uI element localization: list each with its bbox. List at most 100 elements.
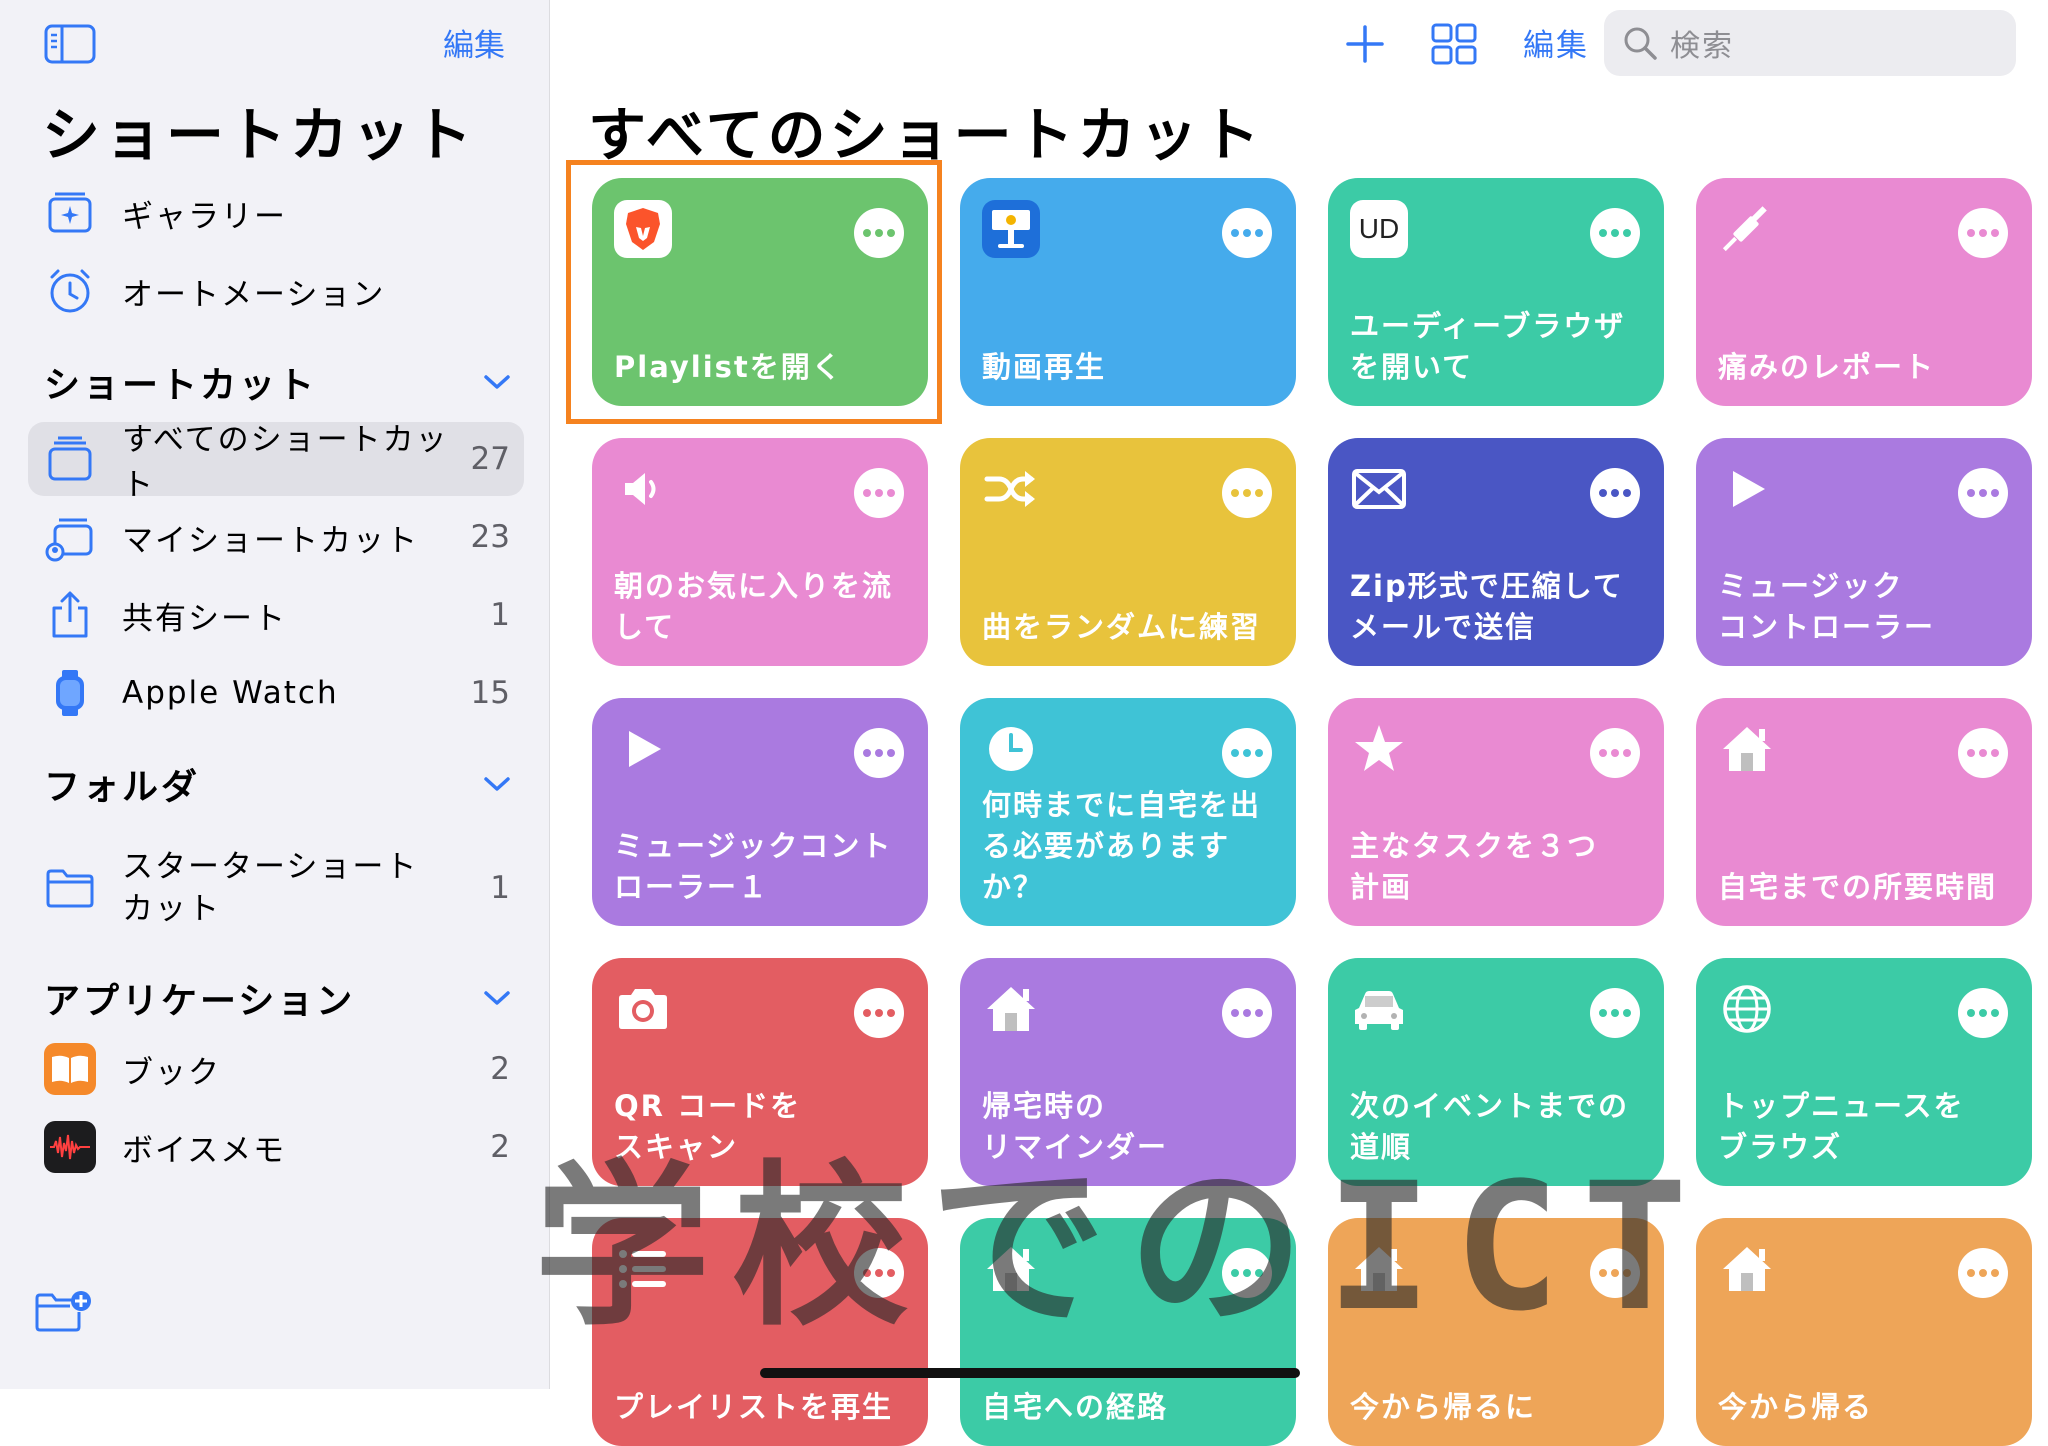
apple-watch-icon bbox=[42, 665, 98, 721]
sidebar-item-label: オートメーション bbox=[122, 276, 386, 313]
sidebar-item-count: 15 bbox=[470, 675, 510, 711]
chevron-down-icon[interactable] bbox=[482, 774, 512, 794]
more-options-icon[interactable] bbox=[1590, 468, 1640, 518]
shortcut-tile[interactable]: 自宅までの所要時間 bbox=[1696, 698, 2032, 926]
sidebar-item-voice-memos[interactable]: ボイスメモ 2 bbox=[28, 1110, 524, 1184]
more-options-icon[interactable] bbox=[1958, 468, 2008, 518]
automation-clock-icon bbox=[42, 263, 98, 319]
sidebar-toggle-icon[interactable] bbox=[44, 24, 96, 64]
keynote-icon bbox=[982, 200, 1040, 258]
shortcut-name: 今から帰る bbox=[1718, 1390, 1874, 1424]
add-shortcut-button[interactable] bbox=[1345, 24, 1385, 64]
sidebar-item-label: ブック bbox=[122, 1054, 221, 1091]
shortcut-tile[interactable]: 曲をランダムに練習 bbox=[960, 438, 1296, 666]
folder-icon bbox=[42, 860, 98, 916]
section-header-shortcuts: ショートカット bbox=[44, 365, 318, 406]
sidebar-item-share-sheet[interactable]: 共有シート 1 bbox=[28, 578, 524, 652]
grid-view-icon[interactable] bbox=[1430, 22, 1478, 66]
speaker-icon bbox=[614, 460, 672, 518]
shortcut-name: 自宅までの所要時間 bbox=[1718, 870, 1998, 904]
sidebar-item-count: 2 bbox=[490, 1129, 510, 1165]
house-icon bbox=[982, 980, 1040, 1038]
sidebar-title: ショートカット bbox=[42, 101, 477, 169]
shortcut-name: 動画再生 bbox=[982, 350, 1107, 384]
play-icon bbox=[1718, 460, 1776, 518]
shortcut-tile[interactable]: ミュージックコント ローラー１ bbox=[592, 698, 928, 926]
gallery-icon bbox=[42, 185, 98, 241]
more-options-icon[interactable] bbox=[1222, 208, 1272, 258]
camera-icon bbox=[614, 980, 672, 1038]
more-options-icon[interactable] bbox=[1222, 728, 1272, 778]
syringe-icon bbox=[1718, 200, 1776, 258]
chevron-down-icon[interactable] bbox=[482, 988, 512, 1008]
shortcut-name: 痛みのレポート bbox=[1718, 350, 1936, 384]
sidebar-item-label: 共有シート bbox=[122, 600, 287, 637]
voice-memos-app-icon bbox=[42, 1119, 98, 1175]
search-placeholder: 検索 bbox=[1670, 29, 1734, 64]
more-options-icon[interactable] bbox=[1958, 208, 2008, 258]
shortcut-tile[interactable]: UD ユーディーブラウザ を開いて bbox=[1328, 178, 1664, 406]
more-options-icon[interactable] bbox=[854, 468, 904, 518]
shortcut-tile[interactable]: トップニュースを ブラウズ bbox=[1696, 958, 2032, 1186]
shortcut-name: ユーディーブラウザ を開いて bbox=[1350, 309, 1626, 384]
more-options-icon[interactable] bbox=[854, 728, 904, 778]
shuffle-icon bbox=[982, 460, 1040, 518]
play-icon bbox=[614, 720, 672, 778]
shortcut-tile[interactable]: ミュージック コントローラー bbox=[1696, 438, 2032, 666]
more-options-icon[interactable] bbox=[1222, 988, 1272, 1038]
shortcut-tile[interactable]: 主なタスクを３つ 計画 bbox=[1328, 698, 1664, 926]
highlight-frame bbox=[566, 160, 942, 424]
all-shortcuts-icon bbox=[42, 431, 98, 487]
sidebar-item-count: 1 bbox=[490, 597, 510, 633]
sidebar-item-my-shortcuts[interactable]: マイショートカット 23 bbox=[28, 500, 524, 574]
sidebar-item-count: 23 bbox=[470, 519, 510, 555]
sidebar-item-label: ボイスメモ bbox=[122, 1132, 287, 1169]
shortcut-name: ミュージック コントローラー bbox=[1718, 569, 1936, 644]
watermark: 学校でのICT bbox=[534, 1145, 1710, 1350]
sidebar-item-count: 1 bbox=[490, 870, 510, 906]
shortcut-name: トップニュースを ブラウズ bbox=[1718, 1089, 1965, 1164]
sidebar-item-all-shortcuts[interactable]: すべてのショートカット 27 bbox=[28, 422, 524, 503]
sidebar-item-label: マイショートカット bbox=[122, 522, 419, 559]
section-header-folders: フォルダ bbox=[44, 767, 201, 808]
ud-icon: UD bbox=[1350, 200, 1408, 258]
globe-icon bbox=[1718, 980, 1776, 1038]
more-options-icon[interactable] bbox=[1958, 988, 2008, 1038]
shortcut-tile[interactable]: Zip形式で圧縮して メールで送信 bbox=[1328, 438, 1664, 666]
house-icon bbox=[1718, 1240, 1776, 1298]
house-icon bbox=[1718, 720, 1776, 778]
section-header-apps: アプリケーション bbox=[44, 981, 356, 1022]
star-icon bbox=[1350, 720, 1408, 778]
sidebar-item-label: すべてのショートカット bbox=[122, 422, 449, 503]
sidebar-edit-button[interactable]: 編集 bbox=[443, 20, 505, 65]
sidebar-item-starter-shortcuts[interactable]: スターターショート カット 1 bbox=[28, 838, 524, 938]
chevron-down-icon[interactable] bbox=[482, 372, 512, 392]
more-options-icon[interactable] bbox=[854, 988, 904, 1038]
shortcut-tile[interactable]: 動画再生 bbox=[960, 178, 1296, 406]
sidebar-item-automation[interactable]: オートメーション bbox=[28, 254, 524, 328]
home-indicator[interactable] bbox=[760, 1368, 1300, 1378]
search-input[interactable]: 検索 bbox=[1604, 10, 2016, 76]
more-options-icon[interactable] bbox=[1590, 988, 1640, 1038]
shortcut-name: 朝のお気に入りを流 して bbox=[614, 569, 894, 644]
my-shortcuts-icon bbox=[42, 509, 98, 565]
more-options-icon[interactable] bbox=[1958, 1248, 2008, 1298]
sidebar-item-gallery[interactable]: ギャラリー bbox=[28, 176, 524, 250]
car-icon bbox=[1350, 980, 1408, 1038]
shortcut-name: ミュージックコント ローラー１ bbox=[614, 829, 893, 904]
sidebar-item-apple-watch[interactable]: Apple Watch 15 bbox=[28, 656, 524, 730]
more-options-icon[interactable] bbox=[1958, 728, 2008, 778]
shortcut-name: Zip形式で圧縮して メールで送信 bbox=[1350, 569, 1624, 644]
sidebar-item-books[interactable]: ブック 2 bbox=[28, 1032, 524, 1106]
more-options-icon[interactable] bbox=[1590, 208, 1640, 258]
more-options-icon[interactable] bbox=[1222, 468, 1272, 518]
shortcut-tile[interactable]: 今から帰る bbox=[1696, 1218, 2032, 1446]
shortcut-tile[interactable]: 何時までに自宅を出 る必要があります か？ bbox=[960, 698, 1296, 926]
new-folder-icon[interactable] bbox=[34, 1290, 92, 1332]
edit-button[interactable]: 編集 bbox=[1523, 20, 1589, 65]
shortcut-name: 今から帰るに bbox=[1350, 1390, 1537, 1424]
shortcut-tile[interactable]: 痛みのレポート bbox=[1696, 178, 2032, 406]
shortcut-tile[interactable]: 朝のお気に入りを流 して bbox=[592, 438, 928, 666]
more-options-icon[interactable] bbox=[1590, 728, 1640, 778]
sidebar-item-count: 27 bbox=[470, 441, 510, 477]
